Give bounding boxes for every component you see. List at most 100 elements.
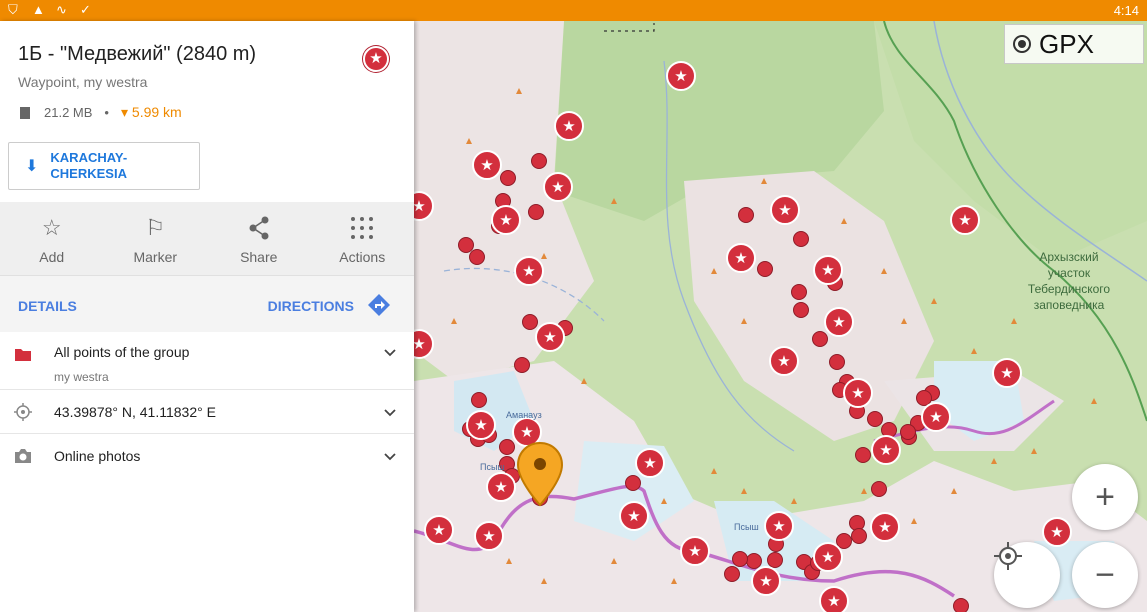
directions-button[interactable]: DIRECTIONS (268, 298, 354, 314)
waypoint-star-marker[interactable]: ★ (666, 61, 696, 91)
waypoint-star-marker[interactable]: ★ (871, 435, 901, 465)
waypoint-star-marker[interactable]: ★ (824, 307, 854, 337)
waypoint-dot[interactable] (757, 261, 773, 277)
waypoint-dot[interactable] (471, 392, 487, 408)
waypoint-dot[interactable] (851, 528, 867, 544)
waypoint-dot[interactable] (793, 302, 809, 318)
waypoint-dot[interactable] (829, 354, 845, 370)
waypoint-star-marker[interactable]: ★ (635, 448, 665, 478)
waypoint-star-marker[interactable]: ★ (474, 521, 504, 551)
waypoint-star-marker[interactable]: ★ (751, 566, 781, 596)
waypoint-dot[interactable] (469, 249, 485, 265)
waypoint-dot[interactable] (625, 475, 641, 491)
waypoint-star-marker[interactable]: ★ (472, 150, 502, 180)
waypoint-star-marker[interactable]: ★ (764, 511, 794, 541)
coordinates-row[interactable]: 43.39878° N, 41.11832° E (0, 390, 414, 434)
waypoint-dot[interactable] (812, 331, 828, 347)
peak-icon (711, 468, 717, 474)
waypoint-star-marker[interactable]: ★ (543, 172, 573, 202)
waypoint-dot[interactable] (855, 447, 871, 463)
waypoint-dot[interactable] (871, 481, 887, 497)
add-button[interactable]: ☆ Add (0, 202, 104, 275)
waypoint-star-marker[interactable]: ★ (1042, 517, 1072, 547)
waypoint-star-marker[interactable]: ★ (843, 378, 873, 408)
details-button[interactable]: DETAILS (18, 298, 77, 314)
actions-label: Actions (339, 249, 386, 265)
waypoint-star-marker[interactable]: ★ (554, 111, 584, 141)
star-icon: ★ (482, 527, 495, 545)
map-view[interactable]: ★ ★ ★ ★ ★ ★ ★ ★ ★ ★ ★ ★ ★ ★ ★ ★ ★ ★ ★ ★ ★ ★ ★ ★ ★ ★ ★ ★ ★ ★ ★ ★ ★ Архызс… (414, 21, 1147, 612)
waypoint-dot[interactable] (522, 314, 538, 330)
waypoint-star-marker[interactable]: ★ (992, 358, 1022, 388)
star-icon: ★ (414, 197, 426, 215)
star-icon: ★ (674, 67, 687, 85)
waypoint-dot[interactable] (849, 515, 865, 531)
waypoint-star-marker[interactable]: ★ (870, 512, 900, 542)
waypoint-dot[interactable] (836, 533, 852, 549)
zoom-out-button[interactable]: − (1072, 542, 1138, 608)
point-subtitle: Waypoint, my westra (18, 74, 148, 90)
waypoint-dot[interactable] (732, 551, 748, 567)
selected-location-pin[interactable] (515, 441, 565, 511)
star-icon: ★ (494, 478, 507, 496)
waypoint-star-marker[interactable]: ★ (813, 542, 843, 572)
peak-icon (671, 578, 677, 584)
waypoint-dot[interactable] (900, 424, 916, 440)
waypoint-star-marker[interactable]: ★ (466, 410, 496, 440)
waypoint-dot[interactable] (767, 552, 783, 568)
waypoint-star-marker[interactable]: ★ (726, 243, 756, 273)
waypoint-dot[interactable] (746, 553, 762, 569)
waypoint-dot[interactable] (953, 598, 969, 612)
waypoint-star-marker[interactable]: ★ (486, 472, 516, 502)
online-photos-text: Online photos (54, 448, 141, 464)
sd-card-icon (20, 106, 30, 119)
star-icon: ★ (832, 313, 845, 331)
zoom-in-button[interactable]: + (1072, 464, 1138, 530)
gpx-toggle[interactable]: GPX (1004, 24, 1144, 64)
waypoint-dot[interactable] (724, 566, 740, 582)
download-region-button[interactable]: ⬇ KARACHAY- CHERKESIA (8, 142, 200, 190)
waypoint-dot[interactable] (531, 153, 547, 169)
waypoint-star-marker[interactable]: ★ (680, 536, 710, 566)
waypoint-dot[interactable] (738, 207, 754, 223)
waypoint-star-marker[interactable]: ★ (921, 402, 951, 432)
waypoint-star-marker[interactable]: ★ (414, 329, 434, 359)
waypoint-star-marker[interactable]: ★ (491, 205, 521, 235)
waypoint-dot[interactable] (514, 357, 530, 373)
waypoint-star-marker[interactable]: ★ (819, 586, 849, 612)
waypoint-star-marker[interactable]: ★ (424, 515, 454, 545)
waypoint-dot[interactable] (500, 170, 516, 186)
waypoint-star-marker[interactable]: ★ (770, 195, 800, 225)
my-location-button[interactable] (994, 542, 1060, 608)
waypoint-dot[interactable] (867, 411, 883, 427)
waypoint-star-marker[interactable]: ★ (769, 346, 799, 376)
star-icon: ★ (879, 441, 892, 459)
marker-label: Marker (133, 249, 178, 265)
online-photos-row[interactable]: Online photos (0, 434, 414, 478)
waypoint-star-marker[interactable]: ★ (535, 322, 565, 352)
actions-button[interactable]: Actions (311, 202, 415, 275)
star-icon: ★ (1050, 523, 1063, 541)
star-icon: ★ (734, 249, 747, 267)
peak-icon (581, 378, 587, 384)
peak-icon (541, 253, 547, 259)
waypoint-dot[interactable] (458, 237, 474, 253)
waypoint-dot[interactable] (916, 390, 932, 406)
waypoint-dot[interactable] (791, 284, 807, 300)
marker-button[interactable]: ⚐ Marker (104, 202, 208, 275)
waypoint-dot[interactable] (528, 204, 544, 220)
waypoint-star-marker[interactable]: ★ (950, 205, 980, 235)
waypoint-dot[interactable] (793, 231, 809, 247)
waypoint-dot[interactable] (499, 439, 515, 455)
waypoint-star-marker[interactable]: ★ (619, 501, 649, 531)
waypoint-star-marker[interactable]: ★ (414, 191, 434, 221)
peak-icon (506, 558, 512, 564)
star-icon: ★ (827, 592, 840, 610)
directions-icon[interactable] (367, 293, 391, 317)
waypoint-star-marker[interactable]: ★ (813, 255, 843, 285)
add-label: Add (39, 249, 65, 265)
share-button[interactable]: Share (207, 202, 311, 275)
shield-icon: ⛉ (8, 2, 18, 17)
waypoint-star-marker[interactable]: ★ (514, 256, 544, 286)
group-row[interactable]: All points of the group my westra (0, 333, 414, 389)
